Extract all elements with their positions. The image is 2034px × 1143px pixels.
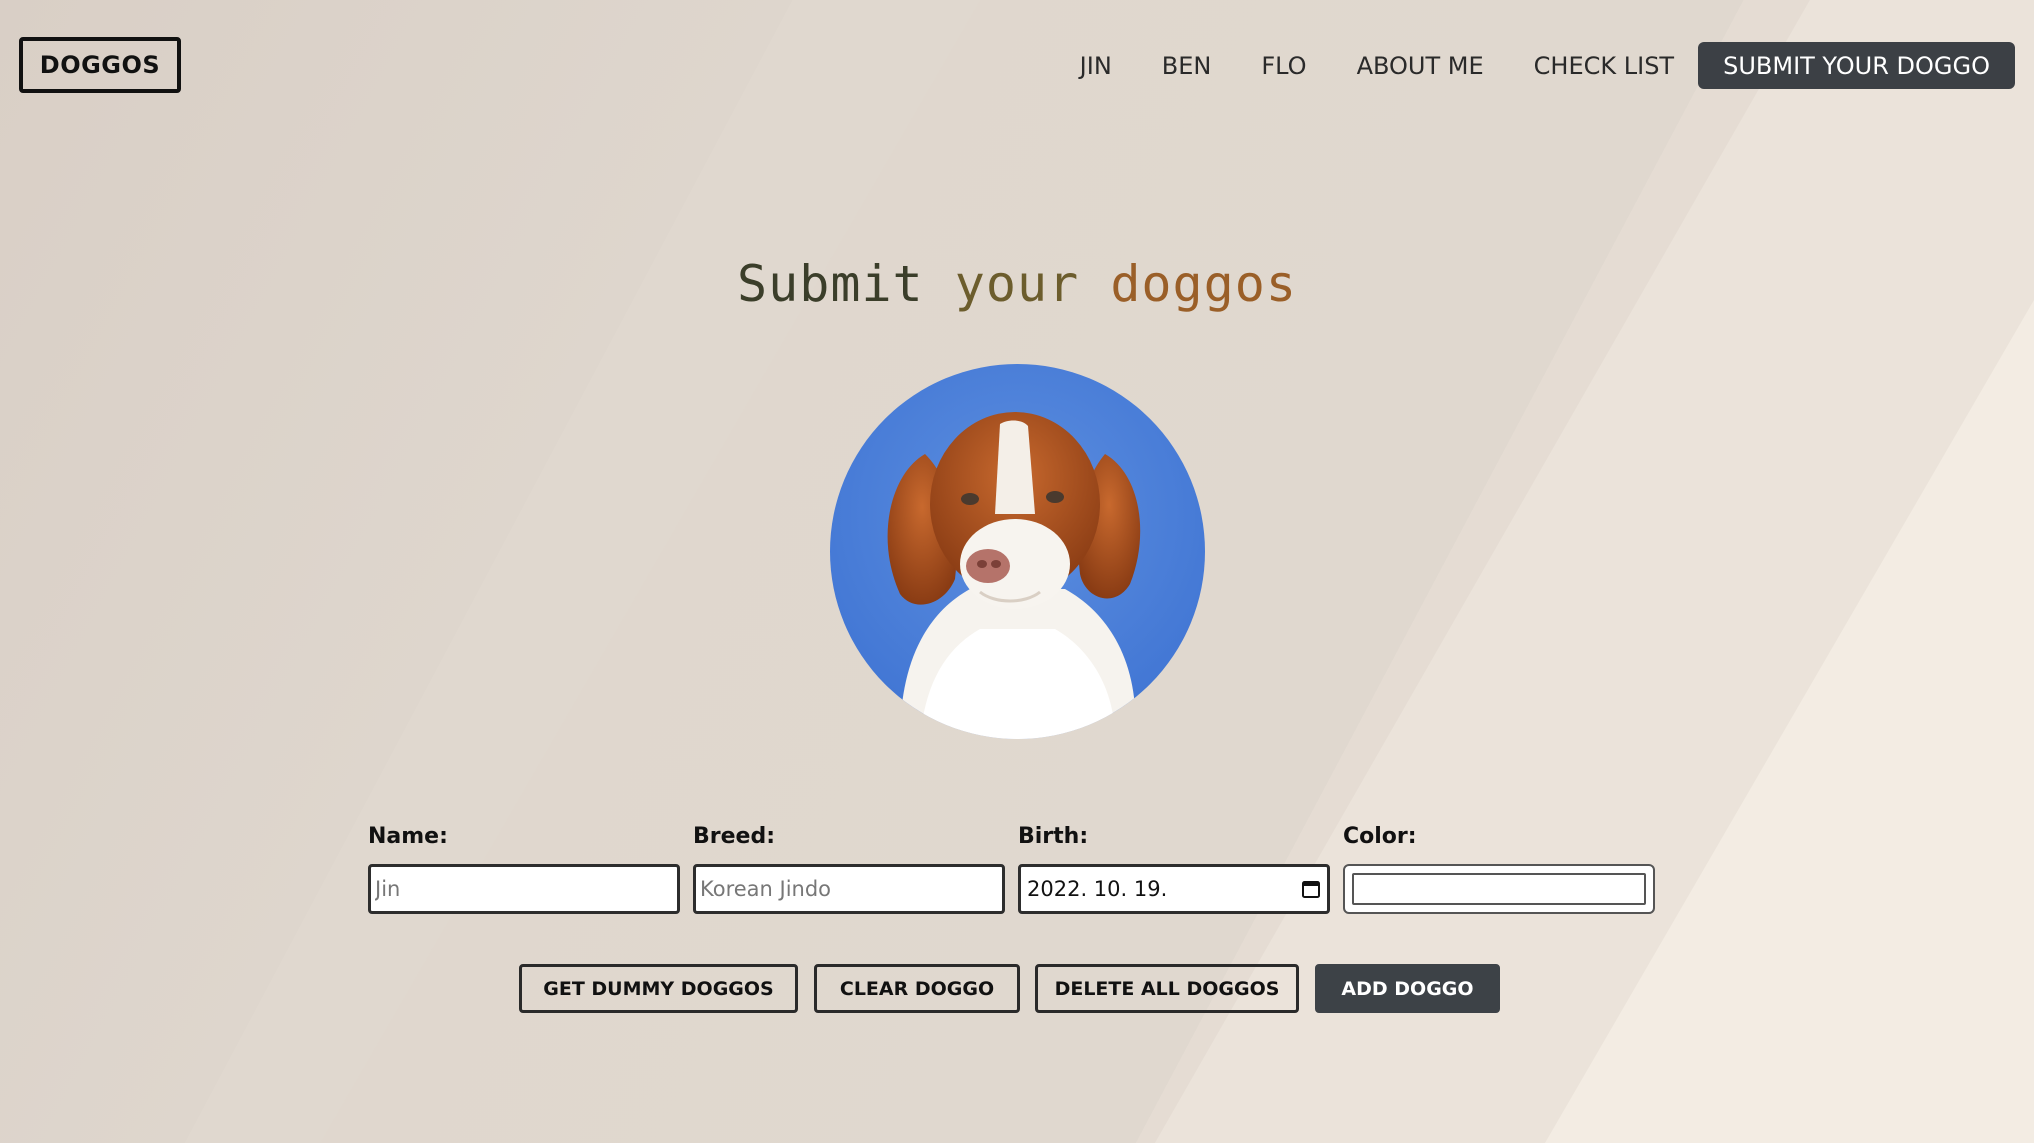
nav-link-about-me[interactable]: ABOUT ME: [1357, 52, 1484, 80]
title-word-your: your: [954, 255, 1080, 313]
dog-photo: [830, 364, 1205, 739]
logo-button[interactable]: DOGGOS: [19, 37, 181, 93]
birth-date-input[interactable]: 2022. 10. 19.: [1018, 864, 1330, 914]
color-picker-input[interactable]: [1343, 864, 1655, 914]
title-word-submit: Submit: [737, 255, 924, 313]
clear-doggo-button[interactable]: CLEAR DOGGO: [814, 964, 1020, 1013]
add-doggo-button[interactable]: ADD DOGGO: [1315, 964, 1500, 1013]
delete-all-doggos-button[interactable]: DELETE ALL DOGGOS: [1035, 964, 1299, 1013]
birth-date-value: 2022. 10. 19.: [1027, 877, 1168, 901]
nav-link-jin[interactable]: JIN: [1080, 52, 1112, 80]
nav-link-flo[interactable]: FLO: [1261, 52, 1306, 80]
breed-label: Breed:: [693, 824, 776, 849]
page-title: Submit your doggos: [0, 255, 2034, 313]
name-label: Name:: [368, 824, 448, 849]
name-input[interactable]: [368, 864, 680, 914]
nav-link-check-list[interactable]: CHECK LIST: [1534, 52, 1674, 80]
get-dummy-doggos-button[interactable]: GET DUMMY DOGGOS: [519, 964, 798, 1013]
color-label: Color:: [1343, 824, 1417, 849]
submit-your-doggo-button[interactable]: SUBMIT YOUR DOGGO: [1698, 42, 2015, 89]
color-swatch: [1352, 873, 1646, 905]
nav-link-ben[interactable]: BEN: [1162, 52, 1212, 80]
birth-label: Birth:: [1018, 824, 1089, 849]
main-nav: JIN BEN FLO ABOUT ME CHECK LIST SUBMIT Y…: [1080, 42, 2015, 89]
breed-input[interactable]: [693, 864, 1005, 914]
calendar-icon[interactable]: [1301, 879, 1321, 899]
title-word-doggos: doggos: [1110, 255, 1297, 313]
